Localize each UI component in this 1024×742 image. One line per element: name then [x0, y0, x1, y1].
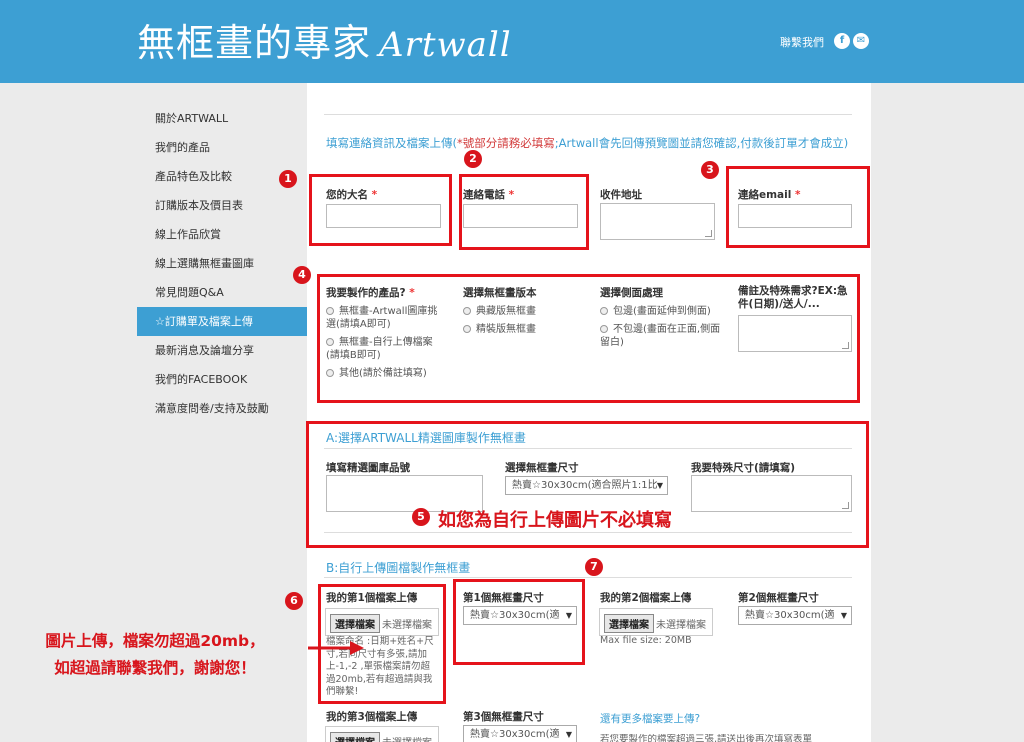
choose-file-button[interactable]: 選擇檔案	[330, 732, 380, 742]
highlight-box-4	[317, 274, 860, 403]
address-textarea[interactable]	[600, 203, 715, 240]
upload-note-line1: 圖片上傳，檔案勿超過20mb，	[45, 632, 265, 650]
chevron-down-icon: ▼	[840, 611, 847, 620]
file-status: 未選擇檔案	[382, 738, 432, 742]
upload-size-note: 圖片上傳，檔案勿超過20mb， 如超過請聯繫我們，謝謝您！	[10, 628, 300, 682]
file-status: 未選擇檔案	[656, 620, 706, 631]
highlight-box-1	[309, 174, 452, 246]
sidebar-item-about[interactable]: 關於ARTWALL	[137, 104, 307, 133]
section-b-title: B:自行上傳圖檔製作無框畫	[326, 561, 471, 575]
step-badge-6: 6	[285, 592, 303, 610]
highlight-box-3	[726, 166, 870, 248]
file2-upload[interactable]: 選擇檔案 未選擇檔案	[599, 608, 713, 636]
sidebar-item-survey[interactable]: 滿意度問卷/支持及鼓勵	[137, 394, 307, 423]
file2-label: 我的第2個檔案上傳	[600, 592, 692, 604]
file3-label: 我的第3個檔案上傳	[326, 711, 418, 723]
logo-chinese: 無框畫的專家	[137, 21, 372, 65]
step-badge-2: 2	[464, 150, 482, 168]
size3-select[interactable]: 熱賣☆30x30cm(適 ▼	[463, 725, 577, 742]
section-a-note: 如您為自行上傳圖片不必填寫	[438, 510, 672, 531]
sidebar-item-faq[interactable]: 常見問題Q&A	[137, 278, 307, 307]
more-files-text: 若您要製作的檔案超過三張,請送出後再次填寫表單	[600, 734, 813, 742]
facebook-icon[interactable]: f	[834, 33, 850, 49]
email-icon[interactable]: ✉	[853, 33, 869, 49]
size2-label: 第2個無框畫尺寸	[738, 592, 819, 604]
divider	[324, 114, 852, 115]
highlight-box-2	[459, 174, 589, 250]
chevron-down-icon: ▼	[565, 730, 572, 739]
step-badge-5: 5	[412, 508, 430, 526]
intro-warning: *號部分請務必填寫	[457, 136, 555, 150]
step-badge-4: 4	[293, 266, 311, 284]
choose-file-button[interactable]: 選擇檔案	[604, 614, 654, 633]
divider	[324, 577, 852, 578]
step-badge-1: 1	[279, 170, 297, 188]
size2-select[interactable]: 熱賣☆30x30cm(適 ▼	[738, 606, 852, 625]
contact-link[interactable]: 聯繫我們	[780, 34, 824, 50]
more-files-link[interactable]: 還有更多檔案要上傳?	[600, 711, 700, 726]
form-intro: 填寫連絡資訊及檔案上傳(*號部分請務必填寫;Artwall會先回傳預覽圖並請您確…	[326, 132, 856, 154]
site-logo[interactable]: 無框畫的專家 Artwall	[137, 12, 512, 67]
sidebar-item-pricing[interactable]: 訂購版本及價目表	[137, 191, 307, 220]
address-label: 收件地址	[600, 189, 642, 201]
step-badge-7: 7	[585, 558, 603, 576]
upload-note-line2: 如超過請聯繫我們，謝謝您！	[54, 659, 256, 677]
sidebar-item-facebook[interactable]: 我們的FACEBOOK	[137, 365, 307, 394]
sidebar-nav: 關於ARTWALL 我們的產品 產品特色及比較 訂購版本及價目表 線上作品欣賞 …	[137, 104, 307, 423]
sidebar-item-library[interactable]: 線上選購無框畫圖庫	[137, 249, 307, 278]
highlight-box-7	[453, 579, 585, 665]
sidebar-item-news[interactable]: 最新消息及論壇分享	[137, 336, 307, 365]
file3-upload[interactable]: 選擇檔案未選擇檔案	[325, 726, 439, 742]
arrow-right-icon	[308, 641, 364, 655]
logo-english: Artwall	[379, 25, 512, 65]
size3-label: 第3個無框畫尺寸	[463, 711, 544, 723]
intro-text-2: ;Artwall會先回傳預覽圖並請您確認,付款後訂單才會成立)	[554, 136, 849, 150]
step-badge-3: 3	[701, 161, 719, 179]
sidebar-item-order-upload[interactable]: ☆訂購單及檔案上傳	[137, 307, 307, 336]
site-header: 無框畫的專家 Artwall 聯繫我們 f ✉	[0, 0, 1024, 83]
sidebar-item-products[interactable]: 我們的產品	[137, 133, 307, 162]
intro-text: 填寫連絡資訊及檔案上傳(	[326, 136, 457, 150]
max-file-size: Max file size: 20MB	[600, 635, 692, 646]
sidebar-item-gallery[interactable]: 線上作品欣賞	[137, 220, 307, 249]
